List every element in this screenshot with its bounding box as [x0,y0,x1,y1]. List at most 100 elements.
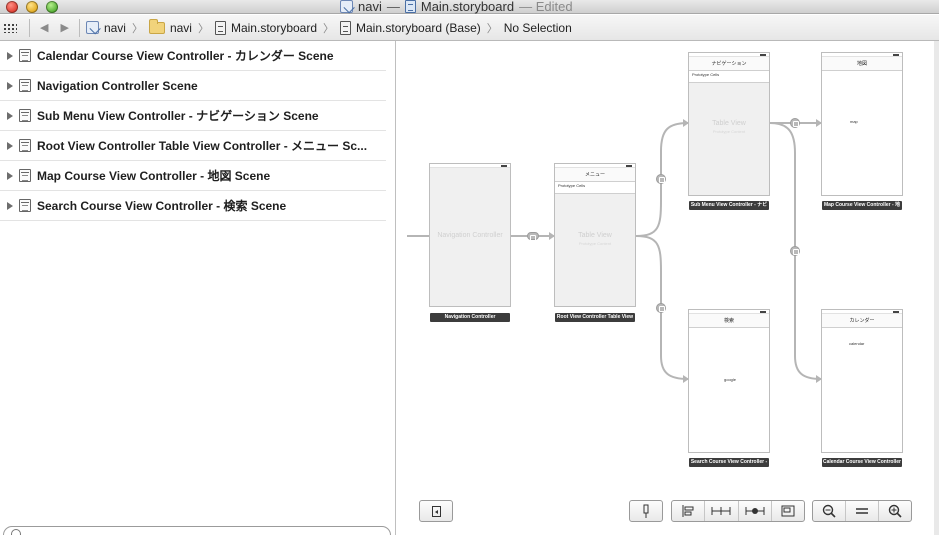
disclosure-triangle-icon[interactable] [7,111,13,120]
search-scene[interactable]: 検索 google [688,309,770,453]
resizing-behavior-icon [781,505,795,517]
folder-icon [148,18,165,34]
outline-scene-row[interactable]: Root View Controller Table View Controll… [0,131,386,161]
push-segue-icon[interactable] [790,118,800,128]
forward-button[interactable]: ▶ [54,21,74,34]
minimize-window-button[interactable] [26,1,38,13]
jump-bar: ◀ ▶ navi 〉 navi 〉 Main.storyboard 〉 Main… [0,15,939,41]
resizing-behavior-button[interactable] [770,501,804,521]
pin-icon [643,504,649,518]
push-segue-icon[interactable] [656,303,666,313]
breadcrumb-selection[interactable]: No Selection [502,21,574,35]
breadcrumb-group[interactable]: navi [147,18,194,35]
scene-title-bar[interactable]: Map Course View Controller - 地 [822,201,902,210]
disclosure-triangle-icon[interactable] [7,141,13,150]
align-icon [682,505,694,517]
breadcrumb-label: Main.storyboard [230,20,318,35]
battery-icon [760,54,766,56]
outline-scene-label: Root View Controller Table View Controll… [37,139,368,153]
scene-placeholder-label: Navigation Controller [437,232,503,239]
chevron-right-icon: 〉 [323,22,335,35]
scene-title-bar[interactable]: Root View Controller Table View [555,313,635,322]
back-button[interactable]: ◀ [34,21,54,34]
map-scene[interactable]: 地図 map [821,52,903,196]
breadcrumb-label: navi [169,20,192,35]
layout-controls [671,500,805,522]
outline-scene-label: Map Course View Controller - 地図 Scene [37,169,271,183]
navigation-bar-title: ナビゲーション [689,57,769,71]
zoom-controls [812,500,912,522]
filter-icon [11,529,21,535]
battery-icon [893,54,899,56]
scene-title-bar[interactable]: Sub Menu View Controller - ナビ [689,201,769,210]
resolve-issues-button[interactable] [737,501,771,521]
close-window-button[interactable] [6,1,18,13]
disclosure-triangle-icon[interactable] [7,51,13,60]
storyboard-canvas[interactable]: Navigation Controller Navigation Control… [397,41,939,535]
content-label: map [850,119,858,124]
breadcrumb-label: No Selection [503,20,572,35]
disclosure-triangle-icon[interactable] [7,171,13,180]
storyboard-file-icon [340,20,352,35]
outline-scene-row[interactable]: Navigation Controller Scene [0,71,386,101]
storyboard-file-icon [214,20,226,35]
chevron-right-icon: 〉 [131,22,143,35]
resolve-issues-icon [745,507,765,515]
zoom-out-button[interactable] [813,501,845,521]
window-title-status: — Edited [519,0,573,14]
submenu-table-view-scene[interactable]: ナビゲーション Prototype Cells Table View Proto… [688,52,770,196]
table-view-label: Table View [578,232,612,239]
battery-icon [501,165,507,167]
outline-scene-row[interactable]: Calendar Course View Controller - カレンダー … [0,41,386,71]
disclosure-triangle-icon[interactable] [7,201,13,210]
relationship-segue-icon[interactable] [527,232,539,241]
document-outline: Calendar Course View Controller - カレンダー … [0,41,396,535]
breadcrumb-localization[interactable]: Main.storyboard (Base) [338,20,483,35]
related-items-grid-icon[interactable] [3,22,17,33]
breadcrumb-label: navi [103,20,126,35]
outline-scene-label: Search Course View Controller - 検索 Scene [37,199,287,213]
outline-scene-row[interactable]: Sub Menu View Controller - ナビゲーション Scene [0,101,386,131]
scene-icon [19,199,31,212]
scene-title-bar[interactable]: Calendar Course View Controller [822,458,902,467]
outline-scene-row[interactable]: Map Course View Controller - 地図 Scene [0,161,386,191]
breadcrumb-file[interactable]: Main.storyboard [213,20,319,35]
align-button[interactable] [672,501,704,521]
toggle-document-outline-button[interactable] [419,500,453,522]
disclosure-triangle-icon[interactable] [7,81,13,90]
outline-scene-row[interactable]: Search Course View Controller - 検索 Scene [0,191,386,221]
zoom-in-button[interactable] [878,501,911,521]
battery-icon [893,311,899,313]
canvas-edge [934,41,939,535]
table-view-sublabel: Prototype Content [578,241,612,246]
zoom-fit-icon [856,508,868,514]
status-bar [430,164,510,168]
navigation-controller-scene[interactable]: Navigation Controller [429,163,511,307]
pin-constraints-button[interactable] [704,501,737,521]
breadcrumb-project[interactable]: navi [84,21,128,35]
chevron-right-icon: 〉 [197,22,209,35]
content-label: calendar [849,341,865,346]
table-view-label: Table View [712,120,746,127]
prototype-cells-header: Prototype Cells [689,71,769,83]
zoom-window-button[interactable] [46,1,58,13]
window-title-bar: navi — Main.storyboard — Edited [0,0,939,14]
xcode-project-icon [85,21,99,34]
content-label: google [724,377,737,382]
window-title-file: Main.storyboard [420,0,515,14]
breadcrumb-label: Main.storyboard (Base) [356,20,481,35]
navigation-bar-title: 地図 [822,57,902,71]
menu-table-view-scene[interactable]: メニュー Prototype Cells Table View Prototyp… [554,163,636,307]
push-segue-icon[interactable] [790,246,800,256]
push-segue-icon[interactable] [656,174,666,184]
scene-title-bar[interactable]: Navigation Controller [430,313,510,322]
calendar-scene[interactable]: カレンダー calendar [821,309,903,453]
zoom-to-fit-button[interactable] [845,501,878,521]
pin-button[interactable] [629,500,663,522]
zoom-in-icon [888,504,902,518]
window-title-separator: — [386,0,400,14]
scene-title-bar[interactable]: Search Course View Controller - [689,458,769,467]
outline-filter-field[interactable] [3,526,391,535]
scene-icon [19,49,31,62]
outline-scene-label: Calendar Course View Controller - カレンダー … [37,49,334,63]
